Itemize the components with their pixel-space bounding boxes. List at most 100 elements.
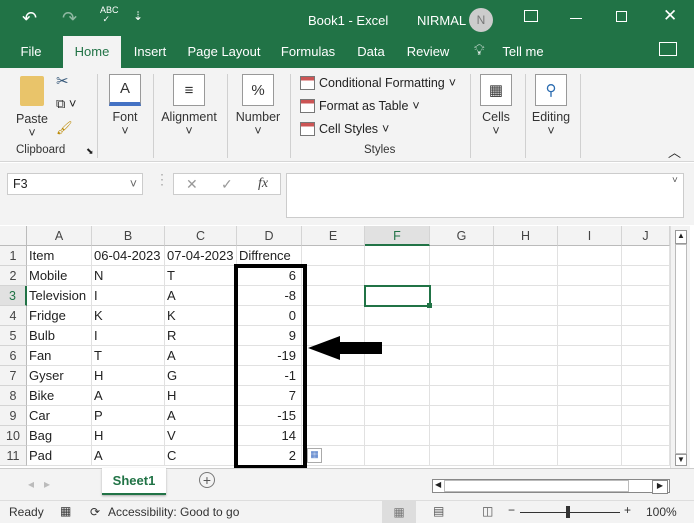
tell-me-search[interactable]: Tell me bbox=[497, 36, 549, 68]
cell-B7[interactable]: H bbox=[92, 366, 165, 386]
cell-B11[interactable]: A bbox=[92, 446, 165, 466]
paste-button[interactable]: Paste ˅ bbox=[14, 76, 50, 140]
column-header-I[interactable]: I bbox=[558, 226, 622, 246]
cell-G11[interactable] bbox=[430, 446, 494, 466]
scroll-thumb[interactable] bbox=[675, 244, 687, 454]
accessibility-status[interactable]: Accessibility: Good to go bbox=[108, 505, 239, 519]
cell-G4[interactable] bbox=[430, 306, 494, 326]
cell-C5[interactable]: R bbox=[165, 326, 237, 346]
insert-function-icon[interactable]: fx bbox=[258, 174, 268, 194]
zoom-out-icon[interactable]: − bbox=[508, 503, 515, 517]
fill-handle[interactable] bbox=[427, 303, 432, 308]
accessibility-icon[interactable]: ⟳ bbox=[90, 505, 100, 519]
cell-F10[interactable] bbox=[365, 426, 430, 446]
cell-H3[interactable] bbox=[494, 286, 558, 306]
cell-I7[interactable] bbox=[558, 366, 622, 386]
cell-G9[interactable] bbox=[430, 406, 494, 426]
cell-C1[interactable]: 07-04-2023 bbox=[165, 246, 237, 266]
cell-G1[interactable] bbox=[430, 246, 494, 266]
cell-H10[interactable] bbox=[494, 426, 558, 446]
column-header-C[interactable]: C bbox=[165, 226, 237, 246]
undo-icon[interactable]: ↶ bbox=[22, 8, 37, 29]
cell-B5[interactable]: I bbox=[92, 326, 165, 346]
cell-B3[interactable]: I bbox=[92, 286, 165, 306]
cell-G8[interactable] bbox=[430, 386, 494, 406]
redo-icon[interactable]: ↷ bbox=[62, 8, 77, 29]
cell-B10[interactable]: H bbox=[92, 426, 165, 446]
tab-formulas[interactable]: Formulas bbox=[278, 36, 338, 68]
cell-A1[interactable]: Item bbox=[27, 246, 92, 266]
cell-C2[interactable]: T bbox=[165, 266, 237, 286]
cell-C11[interactable]: C bbox=[165, 446, 237, 466]
normal-view-icon[interactable]: ▦ bbox=[382, 501, 416, 523]
vertical-scrollbar[interactable]: ▲ ▼ bbox=[670, 226, 690, 468]
cell-H11[interactable] bbox=[494, 446, 558, 466]
tab-data[interactable]: Data bbox=[352, 36, 390, 68]
macro-icon[interactable]: ▦ bbox=[60, 504, 71, 518]
page-layout-view-icon[interactable]: ▤ bbox=[433, 504, 444, 518]
close-icon[interactable]: ✕ bbox=[663, 6, 677, 26]
dialog-launcher-icon[interactable]: ⬊ bbox=[86, 146, 94, 157]
format-as-table-button[interactable]: Format as Table ˅ bbox=[300, 99, 420, 113]
cell-D1[interactable]: Diffrence bbox=[237, 246, 302, 266]
column-header-E[interactable]: E bbox=[302, 226, 365, 246]
cell-J7[interactable] bbox=[622, 366, 670, 386]
cell-G3[interactable] bbox=[430, 286, 494, 306]
tab-file[interactable]: File bbox=[12, 36, 50, 68]
cell-I2[interactable] bbox=[558, 266, 622, 286]
cell-styles-button[interactable]: Cell Styles ˅ bbox=[300, 122, 389, 136]
row-header-11[interactable]: 11 bbox=[0, 446, 27, 466]
row-header-7[interactable]: 7 bbox=[0, 366, 27, 386]
cell-H2[interactable] bbox=[494, 266, 558, 286]
cell-F1[interactable] bbox=[365, 246, 430, 266]
cell-C10[interactable]: V bbox=[165, 426, 237, 446]
cell-E8[interactable] bbox=[302, 386, 365, 406]
cell-I10[interactable] bbox=[558, 426, 622, 446]
cell-J1[interactable] bbox=[622, 246, 670, 266]
cell-J10[interactable] bbox=[622, 426, 670, 446]
cell-A9[interactable]: Car bbox=[27, 406, 92, 426]
cell-F4[interactable] bbox=[365, 306, 430, 326]
cell-A3[interactable]: Television bbox=[27, 286, 92, 306]
name-box[interactable]: F3 ˅ bbox=[7, 173, 143, 195]
page-break-view-icon[interactable]: ◫ bbox=[482, 504, 493, 518]
cell-E3[interactable] bbox=[302, 286, 365, 306]
zoom-level[interactable]: 100% bbox=[646, 505, 677, 519]
row-header-8[interactable]: 8 bbox=[0, 386, 27, 406]
tab-review[interactable]: Review bbox=[402, 36, 454, 68]
cell-J9[interactable] bbox=[622, 406, 670, 426]
cell-G2[interactable] bbox=[430, 266, 494, 286]
cell-I4[interactable] bbox=[558, 306, 622, 326]
cell-E7[interactable] bbox=[302, 366, 365, 386]
format-painter-icon[interactable]: 🖌︎ bbox=[56, 120, 73, 136]
horizontal-scrollbar[interactable]: ◀ bbox=[432, 479, 670, 493]
zoom-slider-thumb[interactable] bbox=[566, 506, 570, 518]
maximize-icon[interactable] bbox=[616, 11, 627, 22]
cell-I11[interactable] bbox=[558, 446, 622, 466]
cell-F2[interactable] bbox=[365, 266, 430, 286]
cell-A2[interactable]: Mobile bbox=[27, 266, 92, 286]
cell-A11[interactable]: Pad bbox=[27, 446, 92, 466]
row-header-6[interactable]: 6 bbox=[0, 346, 27, 366]
cell-B4[interactable]: K bbox=[92, 306, 165, 326]
sheet-tab-sheet1[interactable]: Sheet1 bbox=[102, 468, 166, 495]
cell-J6[interactable] bbox=[622, 346, 670, 366]
scroll-left-icon[interactable]: ◀ bbox=[435, 480, 441, 489]
zoom-slider[interactable] bbox=[520, 512, 620, 513]
column-header-G[interactable]: G bbox=[430, 226, 494, 246]
tab-home[interactable]: Home bbox=[63, 36, 121, 68]
zoom-in-icon[interactable]: + bbox=[624, 503, 631, 517]
cell-I5[interactable] bbox=[558, 326, 622, 346]
cancel-icon[interactable]: ✕ bbox=[186, 174, 198, 194]
cell-C3[interactable]: A bbox=[165, 286, 237, 306]
cell-C8[interactable]: H bbox=[165, 386, 237, 406]
cell-H6[interactable] bbox=[494, 346, 558, 366]
scroll-right-icon[interactable]: ▶ bbox=[652, 480, 668, 494]
row-header-3[interactable]: 3 bbox=[0, 286, 27, 306]
cell-C6[interactable]: A bbox=[165, 346, 237, 366]
cell-E10[interactable] bbox=[302, 426, 365, 446]
cells-button[interactable]: ▦ Cells ˅ bbox=[476, 74, 516, 138]
column-header-J[interactable]: J bbox=[622, 226, 670, 246]
cell-E9[interactable] bbox=[302, 406, 365, 426]
row-header-5[interactable]: 5 bbox=[0, 326, 27, 346]
